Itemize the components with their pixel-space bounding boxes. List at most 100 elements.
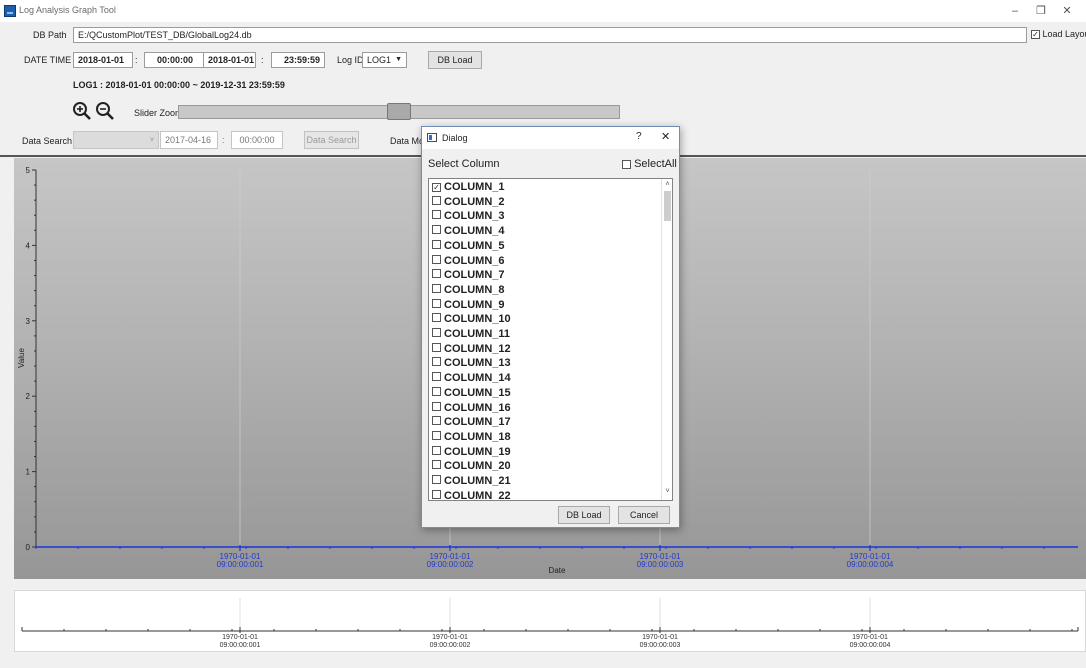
dialog-db-load-button[interactable]: DB Load (558, 506, 610, 524)
data-search-button[interactable]: Data Search (304, 131, 359, 149)
db-path-label: DB Path (33, 30, 67, 40)
select-column-dialog: Dialog ? ✕ Select Column SelectAll ✓ COLU… (421, 126, 680, 528)
load-layout-label: Load Layout (1042, 29, 1086, 39)
column-list-item[interactable]: COLUMN_3 (432, 210, 505, 223)
db-path-input[interactable]: E:/QCustomPlot/TEST_DB/GlobalLog24.db (73, 27, 1027, 43)
end-date-input[interactable]: 2018-01-01 (203, 52, 256, 68)
column-label: COLUMN_1 (444, 181, 505, 193)
search-date-input[interactable]: 2017-04-16 (160, 131, 218, 149)
x-tick-label: 1970-01-01 (852, 634, 888, 641)
overview-chart[interactable]: 1970-01-0109:00:00:0011970-01-0109:00:00… (0, 590, 1086, 668)
column-list-item[interactable]: COLUMN_4 (432, 225, 505, 238)
column-checkbox[interactable] (432, 489, 441, 499)
select-all-check-icon[interactable] (622, 159, 631, 169)
column-checkbox[interactable] (432, 269, 441, 279)
close-window-button[interactable]: ✕ (1056, 2, 1078, 20)
column-list-item[interactable]: COLUMN_11 (432, 328, 510, 341)
column-list[interactable]: ✓ COLUMN_1 COLUMN_2 COLUMN_3 COLUMN_4 COLUMN_… (428, 178, 673, 501)
colon-separator: : (261, 55, 264, 65)
column-list-item[interactable]: COLUMN_13 (432, 357, 511, 370)
data-search-label: Data Search (22, 136, 73, 146)
x-tick-label: 1970-01-01 (642, 634, 678, 641)
column-list-item[interactable]: COLUMN_7 (432, 269, 505, 282)
column-checkbox[interactable] (432, 328, 441, 337)
select-column-label: Select Column (428, 158, 500, 170)
column-list-item[interactable]: COLUMN_17 (432, 416, 511, 429)
column-list-item[interactable]: COLUMN_8 (432, 283, 505, 297)
help-button[interactable]: ? (636, 131, 642, 142)
slider-zoom-handle[interactable] (387, 103, 411, 120)
column-list-item[interactable]: COLUMN_2 (432, 195, 505, 209)
dialog-close-button[interactable]: ✕ (661, 130, 670, 143)
column-list-item[interactable]: ✓ COLUMN_1 (432, 181, 505, 194)
db-load-button[interactable]: DB Load (428, 51, 482, 69)
column-list-item[interactable]: COLUMN_16 (432, 401, 511, 415)
column-list-item[interactable]: COLUMN_20 (432, 460, 511, 473)
column-checkbox[interactable] (432, 313, 441, 323)
column-checkbox[interactable] (432, 225, 441, 235)
column-list-item[interactable]: COLUMN_15 (432, 386, 511, 400)
column-checkbox[interactable] (432, 401, 441, 411)
chevron-down-icon: ˅ (149, 137, 154, 144)
end-time-input[interactable]: 23:59:59 (271, 52, 325, 68)
x-tick-label: 09:00:00:004 (847, 560, 894, 569)
dialog-title-bar: Dialog ? ✕ (422, 127, 679, 149)
column-checkbox[interactable] (432, 239, 441, 249)
column-list-item[interactable]: COLUMN_22 (432, 489, 511, 500)
column-checkbox[interactable] (432, 475, 441, 484)
x-tick-label: 1970-01-01 (432, 634, 468, 641)
column-label: COLUMN_21 (444, 475, 511, 487)
column-list-item[interactable]: COLUMN_10 (432, 313, 511, 326)
column-checkbox[interactable] (432, 298, 441, 308)
column-list-item[interactable]: COLUMN_21 (432, 475, 511, 488)
column-list-item[interactable]: COLUMN_6 (432, 254, 505, 268)
x-tick-label: 09:00:00:003 (637, 560, 684, 569)
scroll-up-icon[interactable]: ˄ (662, 179, 672, 191)
column-checkbox[interactable] (432, 254, 441, 264)
y-axis-label: Value (17, 348, 26, 368)
select-all-label: SelectAll (634, 158, 677, 170)
zoom-in-icon[interactable] (72, 101, 92, 121)
load-layout-checkbox[interactable]: ✓ Load Layout (1031, 29, 1086, 40)
column-checkbox[interactable] (432, 342, 441, 352)
log-id-select[interactable]: LOG1 ▼ (362, 52, 407, 68)
colon-separator: : (222, 135, 225, 145)
column-checkbox[interactable] (432, 210, 441, 220)
column-checkbox[interactable] (432, 283, 441, 293)
column-label: COLUMN_7 (444, 269, 505, 282)
load-layout-check-icon[interactable]: ✓ (1031, 30, 1040, 40)
data-search-select[interactable]: ˅ (73, 131, 159, 149)
scroll-down-icon[interactable]: ˅ (662, 486, 672, 498)
list-scrollbar[interactable]: ˄ ˅ (661, 179, 672, 500)
search-time-input[interactable]: 00:00:00 (231, 131, 283, 149)
column-label: COLUMN_12 (444, 342, 511, 355)
minimize-button[interactable]: – (1004, 2, 1026, 20)
column-checkbox[interactable] (432, 416, 441, 426)
zoom-out-icon[interactable] (95, 101, 115, 121)
column-list-item[interactable]: COLUMN_9 (432, 298, 505, 312)
start-time-input[interactable]: 00:00:00 (144, 52, 206, 68)
start-date-input[interactable]: 2018-01-01 (73, 52, 133, 68)
column-checkbox[interactable] (432, 445, 441, 455)
restore-button[interactable]: ❐ (1030, 2, 1052, 20)
column-list-item[interactable]: COLUMN_12 (432, 342, 511, 356)
column-checkbox[interactable] (432, 386, 441, 396)
log-id-value: LOG1 (367, 55, 392, 65)
dialog-cancel-button[interactable]: Cancel (618, 506, 670, 524)
column-checkbox[interactable] (432, 430, 441, 440)
column-checkbox[interactable]: ✓ (432, 183, 441, 192)
y-tick-label: 0 (26, 543, 31, 552)
select-all-checkbox[interactable]: SelectAll (622, 158, 677, 170)
column-checkbox[interactable] (432, 460, 441, 470)
column-label: COLUMN_9 (444, 298, 505, 311)
column-list-item[interactable]: COLUMN_19 (432, 445, 511, 459)
column-checkbox[interactable] (432, 372, 441, 382)
column-label: COLUMN_8 (444, 283, 505, 296)
column-list-item[interactable]: COLUMN_14 (432, 372, 511, 385)
column-list-item[interactable]: COLUMN_5 (432, 239, 505, 253)
scroll-thumb[interactable] (664, 191, 671, 221)
column-list-item[interactable]: COLUMN_18 (432, 430, 511, 444)
column-checkbox[interactable] (432, 357, 441, 367)
column-checkbox[interactable] (432, 195, 441, 205)
colon-separator: : (135, 55, 138, 65)
